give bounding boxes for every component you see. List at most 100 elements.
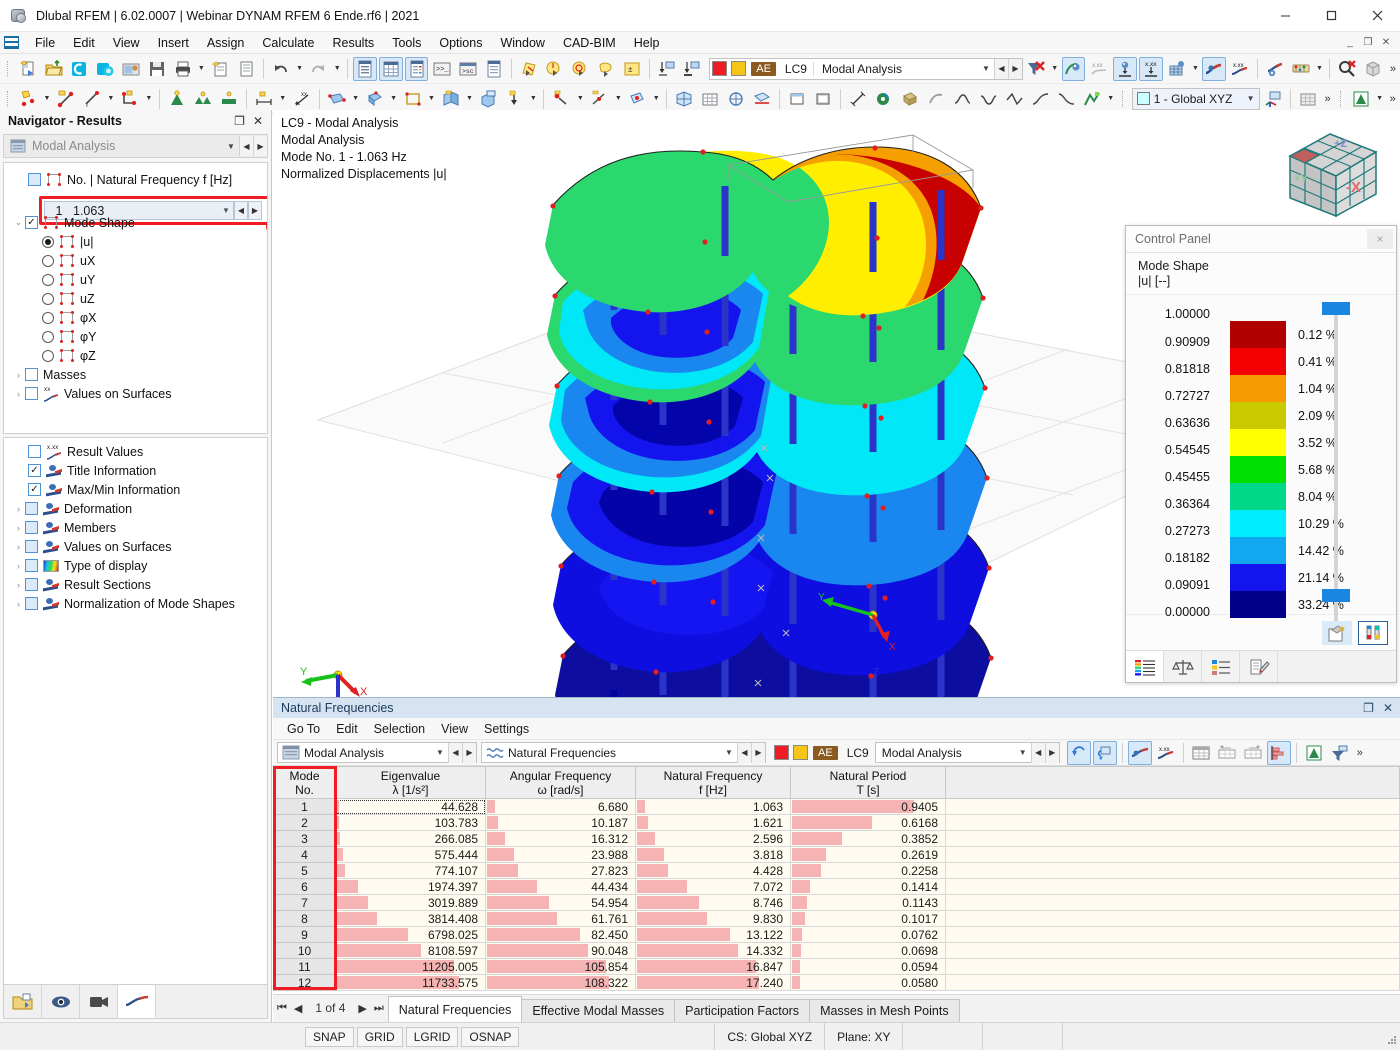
wireframe-view-icon[interactable] [785,87,809,111]
radio-component-phiz[interactable] [42,349,54,362]
control-panel[interactable]: Control Panel × Mode Shape |u| [--] 1.00… [1125,225,1397,683]
tree-expander-masses[interactable]: › [12,370,25,380]
new-line-dropdown-caret[interactable]: ▼ [105,87,117,111]
cell-eigenvalue[interactable]: 575.444 [335,846,486,863]
isoline-color-icon[interactable] [1080,87,1104,111]
model-info-icon[interactable] [119,57,143,81]
cell-natural-frequency[interactable]: 8.746 [635,894,791,911]
table-all-rows-icon[interactable] [1189,741,1213,765]
load-case-chevron-down-icon[interactable]: ▼ [978,64,994,73]
toolbar-grip[interactable] [5,59,12,79]
cell-natural-period[interactable]: 0.2619 [790,846,946,863]
minimize-button[interactable] [1262,0,1308,32]
mdi-restore-button[interactable]: ❐ [1360,35,1376,51]
mesh-generate-icon[interactable] [672,87,696,111]
cell-angular-frequency[interactable]: 27.823 [485,862,636,879]
table-load-case-next-button[interactable]: ▶ [1044,742,1059,763]
color-settings-icon[interactable] [1322,620,1352,645]
menu-cad-bim[interactable]: CAD-BIM [554,34,625,52]
line-support-icon[interactable] [191,87,215,111]
radio-component-phix[interactable] [42,311,54,324]
table-row[interactable]: 8 3814.408 61.761 9.830 0.1017 [273,910,1400,927]
document-icon[interactable] [234,57,258,81]
cell-mode-no[interactable]: 9 [273,926,336,943]
menu-assign[interactable]: Assign [198,34,254,52]
cell-angular-frequency[interactable]: 105.854 [485,958,636,975]
cell-eigenvalue[interactable]: 3814.408 [335,910,486,927]
print-icon[interactable] [171,57,195,81]
cell-eigenvalue[interactable]: 6798.025 [335,926,486,943]
display-checkbox-values-on-surfaces[interactable] [25,540,38,553]
tree-item-masses[interactable]: › Masses [4,365,267,384]
table-type-previous-button[interactable]: ◀ [737,742,751,763]
table-menu-selection[interactable]: Selection [366,720,433,738]
cell-angular-frequency[interactable]: 61.761 [485,910,636,927]
menu-tools[interactable]: Tools [383,34,430,52]
nodal-release-icon[interactable] [549,87,573,111]
new-surface-dropdown-caret[interactable]: ▼ [350,87,362,111]
new-member-dropdown-caret[interactable]: ▼ [143,87,155,111]
table-menu-view[interactable]: View [433,720,476,738]
table-chart-icon[interactable] [1266,740,1291,765]
cell-mode-no[interactable]: 10 [273,942,336,959]
column-header-natural-period[interactable]: Natural Period T [s] [790,766,946,799]
new-line-dimension-icon[interactable]: I [80,87,104,111]
cell-mode-no[interactable]: 12 [273,974,336,991]
column-header-eigenvalue[interactable]: Eigenvalue λ [1/s²] [335,766,486,799]
resize-grip[interactable] [1381,1029,1397,1045]
display-checkbox-result-values[interactable] [28,445,41,458]
table-type-next-button[interactable]: ▶ [751,742,765,763]
redo-icon[interactable] [306,57,330,81]
grid-button[interactable]: GRID [356,1026,403,1047]
cell-natural-frequency[interactable]: 2.596 [635,830,791,847]
menu-insert[interactable]: Insert [149,34,198,52]
tree-item-natural-frequency[interactable]: No. | Natural Frequency f [Hz] [4,170,267,189]
table-row[interactable]: 1 44.628 6.680 1.063 0.9405 [273,798,1400,815]
legend-range-slider-upper-handle[interactable] [1322,302,1350,315]
cell-mode-no[interactable]: 8 [273,910,336,927]
mesh-results-icon[interactable] [1165,57,1189,81]
cell-natural-period[interactable]: 0.1143 [790,894,946,911]
table-values-icon[interactable]: x.xx [1154,741,1178,765]
display-checkbox-title-information[interactable]: ✓ [28,464,41,477]
measure-icon[interactable] [846,87,870,111]
new-member-icon[interactable] [118,87,142,111]
control-panel-tab-factors[interactable] [1164,651,1202,682]
cell-natural-frequency[interactable]: 14.332 [635,942,791,959]
load-case-previous-button[interactable]: ◀ [993,58,1008,79]
zoom-select-icon[interactable] [568,57,592,81]
table-type-combo[interactable]: Natural Frequencies ▼ ◀ ▶ [481,742,766,763]
menu-edit[interactable]: Edit [64,34,104,52]
cell-natural-frequency[interactable]: 1.063 [635,798,791,815]
new-opening-icon[interactable] [401,87,425,111]
display-expander-type-of-display[interactable]: › [12,561,25,571]
redo-dropdown-caret[interactable]: ▼ [331,57,343,81]
tree-item-component-uy[interactable]: uY [4,270,267,289]
table-row[interactable]: 11 11205.005 105.854 16.847 0.0594 [273,958,1400,975]
cell-eigenvalue[interactable]: 11733.575 [335,974,486,991]
column-header-natural-frequency[interactable]: Natural Frequency f [Hz] [635,766,791,799]
close-button[interactable] [1354,0,1400,32]
table-refresh-icon[interactable] [1066,740,1091,765]
pager-previous-button[interactable]: ◀ [294,1002,302,1015]
display-expander-deformation[interactable]: › [12,504,25,514]
cell-natural-period[interactable]: 0.9405 [790,798,946,815]
deformation-display-icon[interactable] [1202,56,1227,81]
maximize-button[interactable] [1308,0,1354,32]
surface-support-icon[interactable] [217,87,241,111]
table-row[interactable]: 3 266.085 16.312 2.596 0.3852 [273,830,1400,847]
cell-natural-period[interactable]: 0.2258 [790,862,946,879]
cell-natural-period[interactable]: 0.6168 [790,814,946,831]
radio-component-ux[interactable] [42,254,54,267]
printout-report-icon[interactable] [482,57,506,81]
clear-results-dropdown-caret[interactable]: ▼ [1049,57,1061,81]
table-row[interactable]: 6 1974.397 44.434 7.072 0.1414 [273,878,1400,895]
application-menu-icon[interactable] [2,34,22,52]
view-cube[interactable]: -X +Z +Y [1278,120,1388,228]
display-item-title-information[interactable]: ✓ Title Information [4,461,267,480]
footer-tab-effective-modal-masses[interactable]: Effective Modal Masses [521,999,676,1022]
control-panel-tab-filter[interactable] [1240,651,1278,682]
table-row[interactable]: 7 3019.889 54.954 8.746 0.1143 [273,894,1400,911]
transparency-icon[interactable] [924,87,948,111]
solid-view-icon[interactable] [811,87,835,111]
